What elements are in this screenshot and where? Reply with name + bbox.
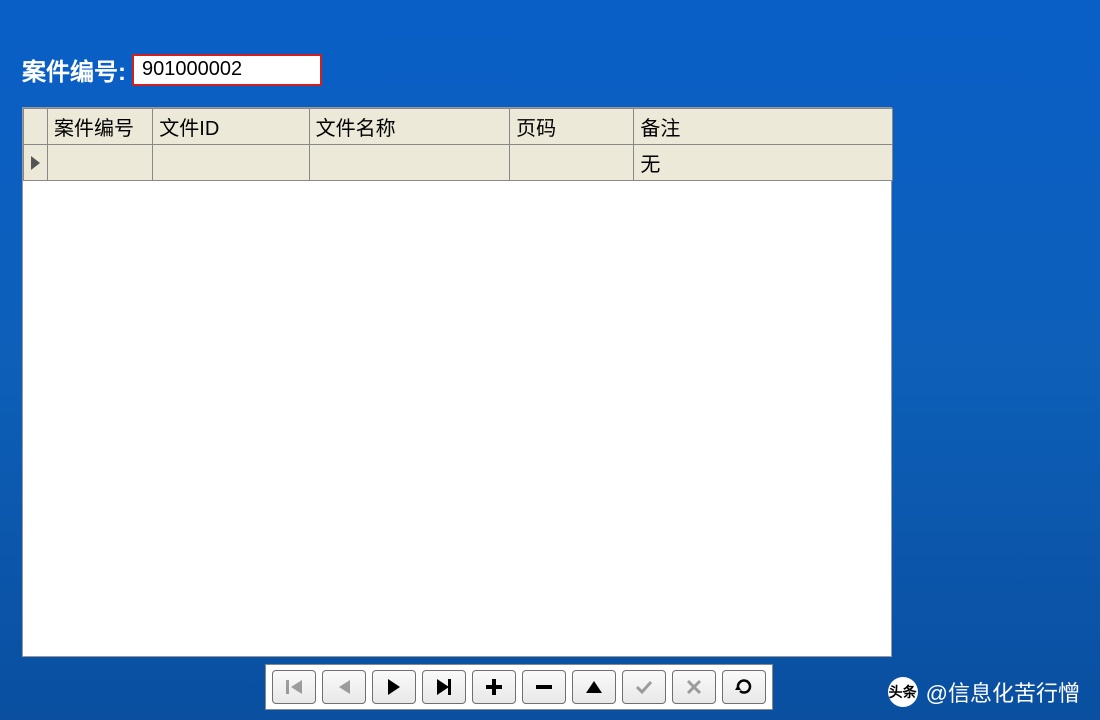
case-number-row: 案件编号: <box>22 52 1078 87</box>
col-case-number[interactable]: 案件编号 <box>48 109 153 145</box>
cell-remark[interactable]: 无 <box>634 145 893 181</box>
nav-next-button[interactable] <box>372 670 416 704</box>
table-header-row: 案件编号 文件ID 文件名称 页码 备注 <box>24 109 893 145</box>
next-record-icon <box>388 679 400 695</box>
case-number-label: 案件编号: <box>22 52 126 87</box>
nav-add-button[interactable] <box>472 670 516 704</box>
row-indicator-cell <box>24 145 48 181</box>
minus-icon <box>536 685 552 689</box>
col-file-name[interactable]: 文件名称 <box>309 109 509 145</box>
db-navigator-toolbar <box>265 664 773 710</box>
cancel-icon <box>686 679 702 695</box>
first-record-icon <box>284 679 304 695</box>
data-grid[interactable]: 案件编号 文件ID 文件名称 页码 备注 无 <box>23 108 893 181</box>
cell-file-name[interactable] <box>309 145 509 181</box>
nav-save-button[interactable] <box>622 670 666 704</box>
cell-case-number[interactable] <box>48 145 153 181</box>
last-record-icon <box>437 679 451 695</box>
nav-last-button[interactable] <box>422 670 466 704</box>
plus-icon <box>486 679 502 695</box>
data-grid-container: 案件编号 文件ID 文件名称 页码 备注 无 <box>22 107 892 657</box>
nav-delete-button[interactable] <box>522 670 566 704</box>
nav-prev-button[interactable] <box>322 670 366 704</box>
cell-file-id[interactable] <box>153 145 309 181</box>
case-number-input[interactable] <box>132 54 322 86</box>
col-file-id[interactable]: 文件ID <box>153 109 309 145</box>
current-row-indicator-icon <box>31 156 40 170</box>
row-indicator-header <box>24 109 48 145</box>
col-remark[interactable]: 备注 <box>634 109 893 145</box>
watermark: 头条 @信息化苦行憎 <box>888 676 1080 708</box>
nav-refresh-button[interactable] <box>722 670 766 704</box>
checkmark-icon <box>634 679 654 695</box>
watermark-author: @信息化苦行憎 <box>926 676 1080 708</box>
edit-icon <box>586 681 602 693</box>
platform-logo-icon: 头条 <box>888 677 918 707</box>
refresh-icon <box>735 678 753 696</box>
nav-cancel-button[interactable] <box>672 670 716 704</box>
nav-edit-button[interactable] <box>572 670 616 704</box>
nav-first-button[interactable] <box>272 670 316 704</box>
col-page[interactable]: 页码 <box>510 109 634 145</box>
cell-page[interactable] <box>510 145 634 181</box>
table-row[interactable]: 无 <box>24 145 893 181</box>
prev-record-icon <box>336 679 352 695</box>
